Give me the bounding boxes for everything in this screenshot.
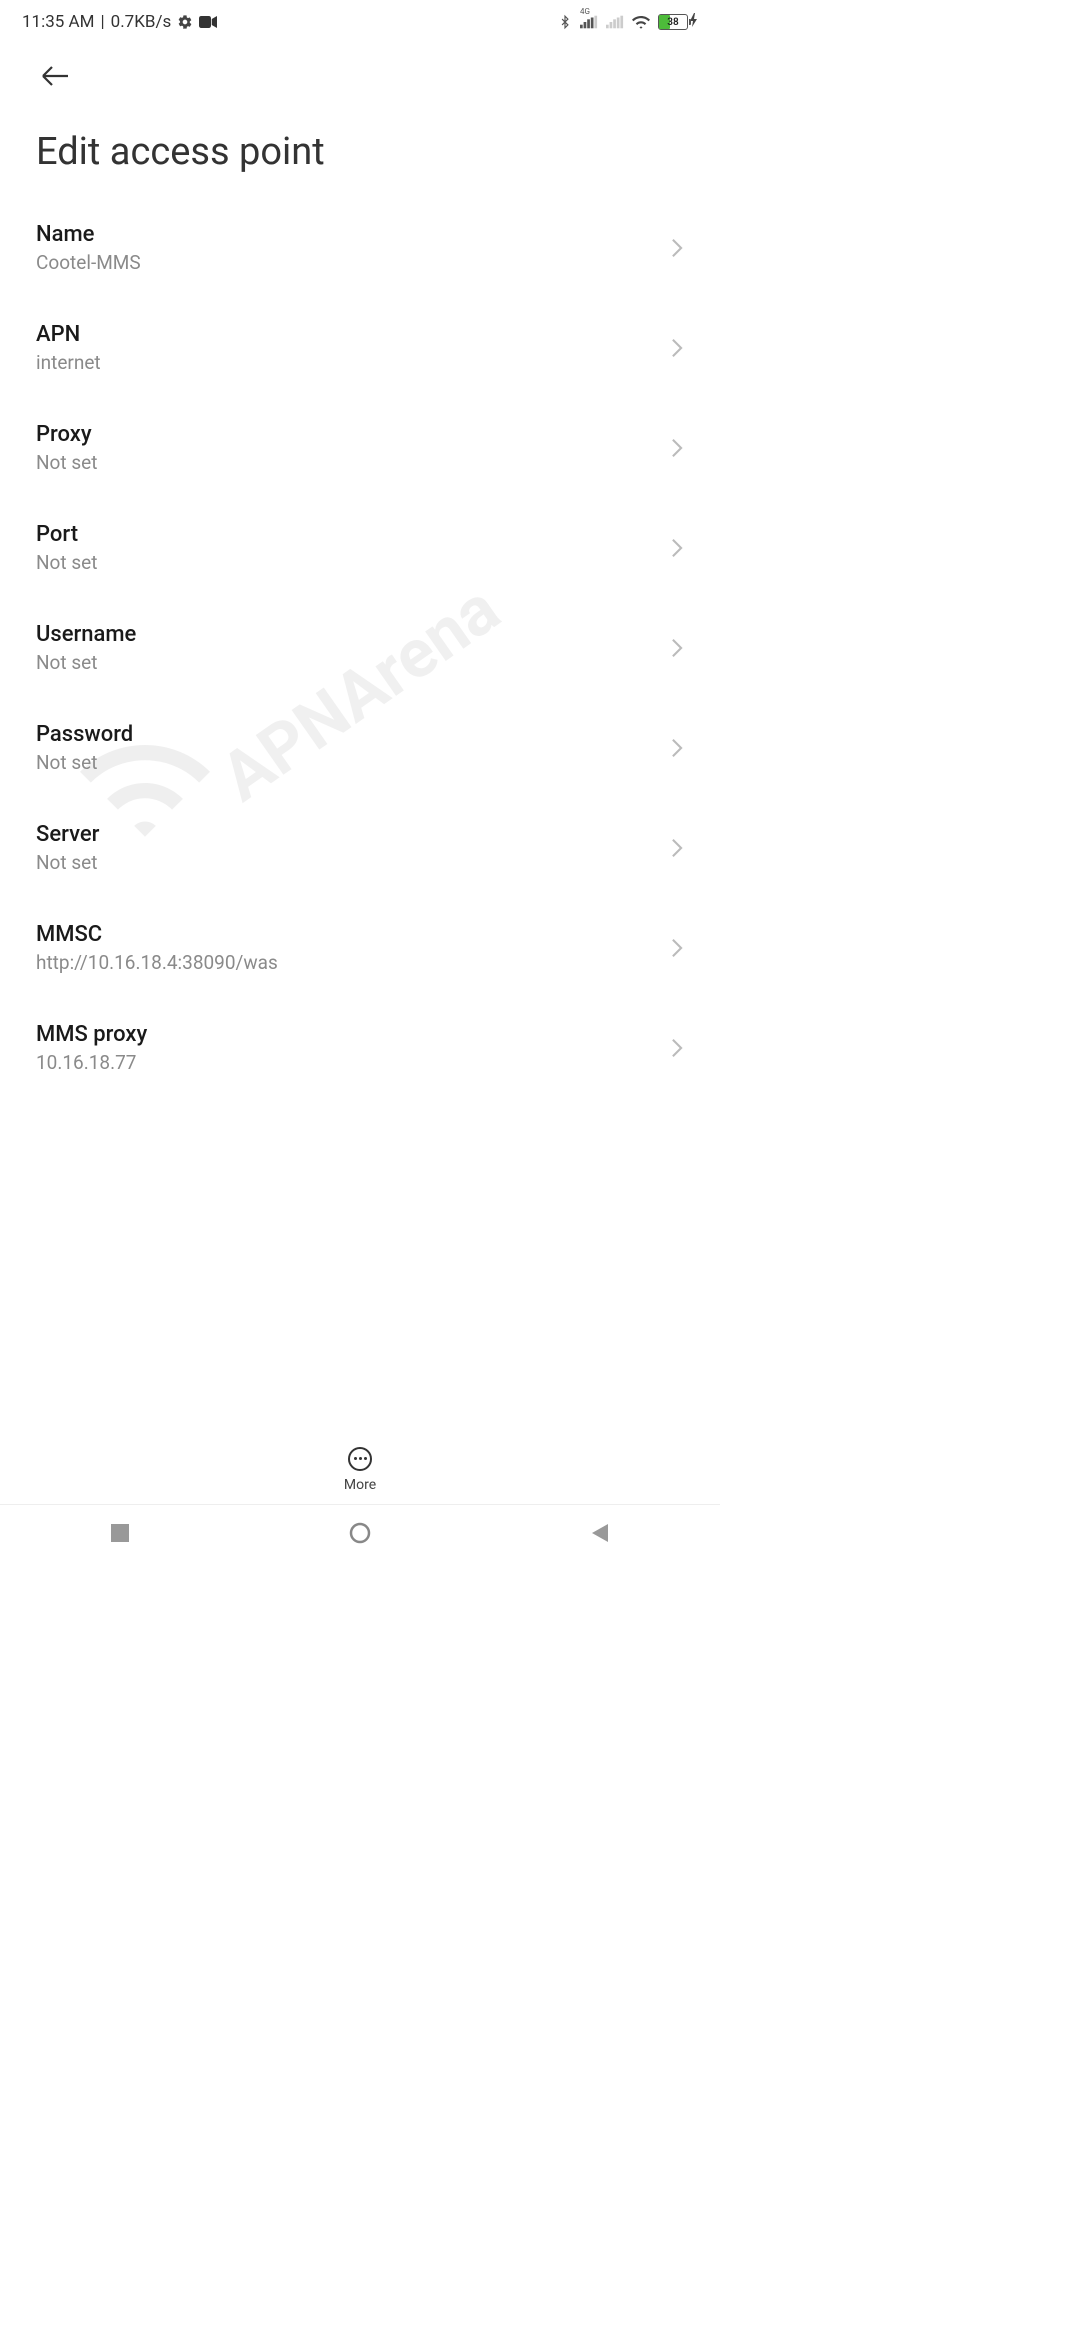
- chevron-right-icon: [670, 237, 684, 259]
- row-port[interactable]: Port Not set: [0, 498, 720, 598]
- chevron-right-icon: [670, 437, 684, 459]
- row-apn[interactable]: APN internet: [0, 298, 720, 398]
- header: [0, 44, 720, 102]
- row-name[interactable]: Name Cootel-MMS: [0, 198, 720, 298]
- chevron-right-icon: [670, 337, 684, 359]
- settings-list: Name Cootel-MMS APN internet Proxy Not s…: [0, 198, 720, 1098]
- bottom-toolbar: More: [0, 1435, 720, 1505]
- more-label: More: [344, 1477, 376, 1493]
- row-value: Not set: [36, 651, 136, 674]
- row-label: APN: [36, 322, 101, 347]
- circle-icon: [349, 1522, 371, 1544]
- row-label: Proxy: [36, 422, 97, 447]
- square-icon: [111, 1524, 129, 1542]
- chevron-right-icon: [670, 837, 684, 859]
- chevron-right-icon: [670, 637, 684, 659]
- row-server[interactable]: Server Not set: [0, 798, 720, 898]
- back-button[interactable]: [36, 62, 74, 90]
- row-label: Name: [36, 222, 141, 247]
- status-left: 11:35 AM | 0.7KB/s: [22, 12, 217, 32]
- row-value: Not set: [36, 451, 97, 474]
- row-mmsc[interactable]: MMSC http://10.16.18.4:38090/was: [0, 898, 720, 998]
- nav-back-button[interactable]: [481, 1524, 719, 1542]
- row-value: http://10.16.18.4:38090/was: [36, 951, 278, 974]
- row-label: Password: [36, 722, 133, 747]
- status-sep: |: [100, 12, 104, 32]
- chevron-right-icon: [670, 937, 684, 959]
- row-value: 10.16.18.77: [36, 1051, 147, 1074]
- triangle-left-icon: [592, 1524, 608, 1542]
- row-value: Cootel-MMS: [36, 251, 141, 274]
- row-password[interactable]: Password Not set: [0, 698, 720, 798]
- row-label: MMSC: [36, 922, 278, 947]
- chevron-right-icon: [670, 1037, 684, 1059]
- settings-icon: [177, 14, 193, 30]
- row-value: Not set: [36, 751, 133, 774]
- row-proxy[interactable]: Proxy Not set: [0, 398, 720, 498]
- arrow-left-icon: [40, 66, 70, 86]
- status-right: 4G 38: [558, 12, 698, 32]
- row-username[interactable]: Username Not set: [0, 598, 720, 698]
- signal-4g-icon: 4G: [580, 15, 598, 29]
- bluetooth-icon: [558, 13, 572, 31]
- chevron-right-icon: [670, 537, 684, 559]
- row-value: Not set: [36, 851, 99, 874]
- battery-indicator: 38: [658, 12, 698, 32]
- page-title: Edit access point: [0, 102, 720, 198]
- row-label: Server: [36, 822, 99, 847]
- settings-list-container[interactable]: APNArena Name Cootel-MMS APN internet Pr…: [0, 198, 720, 1188]
- row-value: internet: [36, 351, 101, 374]
- more-button[interactable]: More: [344, 1447, 376, 1493]
- status-net-speed: 0.7KB/s: [111, 12, 172, 32]
- nav-home-button[interactable]: [241, 1522, 479, 1544]
- status-time: 11:35 AM: [22, 12, 94, 32]
- wifi-icon: [632, 15, 650, 29]
- row-label: Username: [36, 622, 136, 647]
- video-icon: [199, 15, 217, 29]
- signal-nosim-icon: [606, 15, 624, 29]
- nav-recent-button[interactable]: [1, 1524, 239, 1542]
- status-bar: 11:35 AM | 0.7KB/s 4G 38: [0, 0, 720, 44]
- row-label: Port: [36, 522, 97, 547]
- row-value: Not set: [36, 551, 97, 574]
- row-mms-proxy[interactable]: MMS proxy 10.16.18.77: [0, 998, 720, 1098]
- row-label: MMS proxy: [36, 1022, 147, 1047]
- nav-bar: [0, 1505, 720, 1560]
- charging-icon: [690, 12, 698, 32]
- more-icon: [348, 1447, 372, 1471]
- chevron-right-icon: [670, 737, 684, 759]
